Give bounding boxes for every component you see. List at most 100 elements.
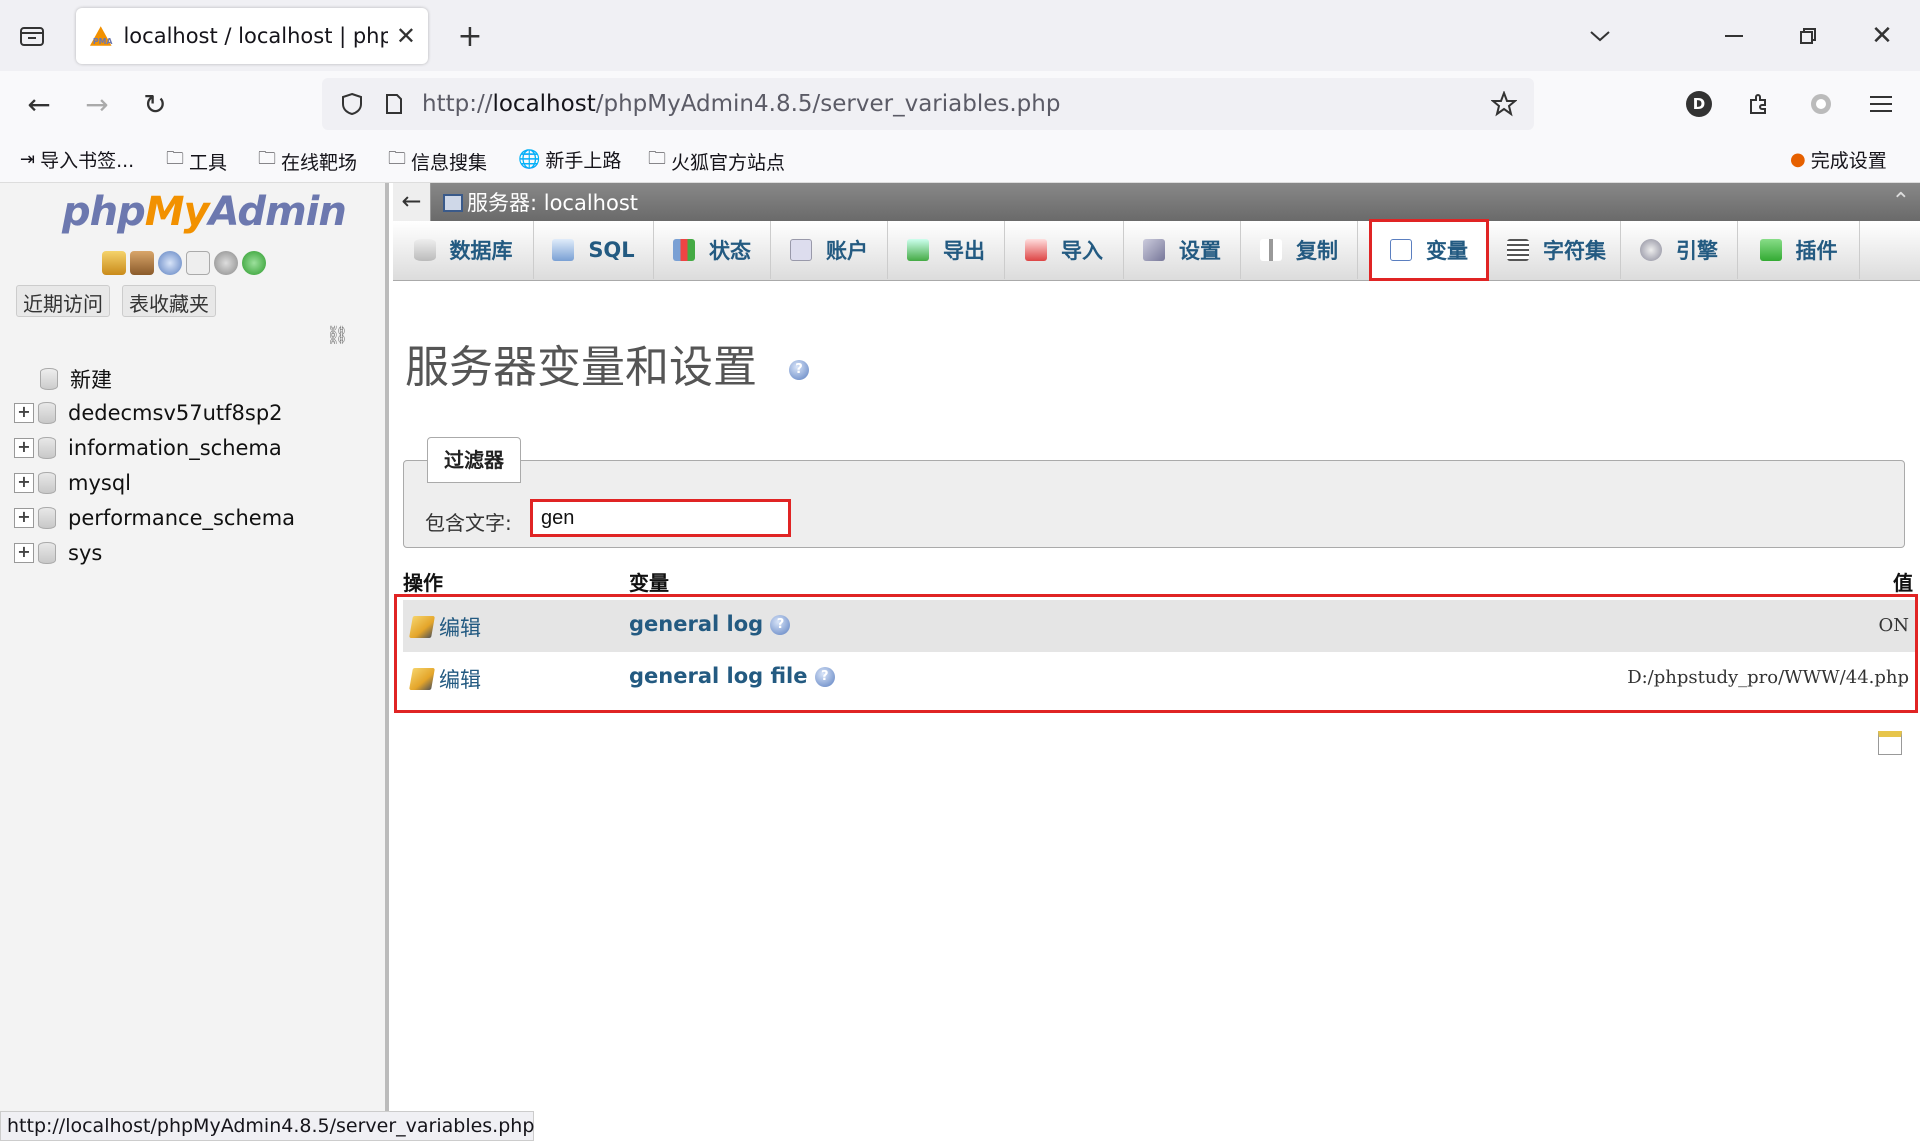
- sql-icon: [552, 239, 575, 261]
- new-tab-icon[interactable]: +: [454, 19, 486, 54]
- tab-title: localhost / localhost | phpMyAdmin: [123, 24, 388, 48]
- tab-databases[interactable]: 数据库: [393, 221, 534, 279]
- tab-variables[interactable]: 变量: [1369, 219, 1489, 281]
- tab-label: 账户: [826, 239, 868, 263]
- database-icon: [38, 507, 56, 529]
- tab-replication[interactable]: 复制: [1241, 221, 1358, 279]
- link-with-main-icon[interactable]: ⛓: [326, 325, 349, 346]
- reload-icon[interactable]: ↻: [138, 87, 172, 121]
- tab-engines[interactable]: 引擎: [1621, 221, 1738, 279]
- tree-database[interactable]: + sys: [14, 537, 102, 569]
- bookmark-folder-firefox[interactable]: 🗀 火狐官方站点: [648, 146, 785, 176]
- tab-export[interactable]: 导出: [888, 221, 1005, 279]
- help-icon[interactable]: [158, 251, 182, 275]
- bookmark-folder-range[interactable]: 🗀 在线靶场: [258, 146, 357, 176]
- url-prefix: http://: [422, 91, 493, 117]
- reload-nav-icon[interactable]: [242, 251, 266, 275]
- database-icon: [38, 437, 56, 459]
- docs-icon[interactable]: [186, 251, 210, 275]
- help-icon[interactable]: ?: [789, 360, 809, 380]
- tab-charset[interactable]: 字符集: [1493, 221, 1621, 279]
- variable-name[interactable]: general log file ?: [629, 664, 835, 688]
- browser-tab[interactable]: PMA localhost / localhost | phpMyAdmin ✕: [76, 8, 428, 64]
- expand-icon[interactable]: +: [14, 438, 34, 458]
- filter-legend: 过滤器: [427, 437, 521, 483]
- edit-link[interactable]: 编辑: [409, 612, 481, 642]
- tab-sql[interactable]: SQL: [534, 221, 654, 279]
- bookmark-folder-tools[interactable]: 🗀 工具: [166, 146, 227, 176]
- server-icon: [443, 194, 463, 212]
- edit-label: 编辑: [439, 616, 481, 640]
- expand-icon[interactable]: +: [14, 473, 34, 493]
- tab-label: 数据库: [449, 239, 513, 263]
- tab-overflow-chevron-icon[interactable]: [1584, 20, 1616, 52]
- bookmark-folder-info[interactable]: 🗀 信息搜集: [388, 146, 487, 176]
- pencil-icon: [409, 668, 435, 690]
- tab-settings[interactable]: 设置: [1124, 221, 1241, 279]
- extensions-puzzle-icon[interactable]: [1744, 89, 1774, 119]
- bookmark-star-icon[interactable]: [1488, 88, 1520, 120]
- tree-label: sys: [68, 541, 103, 565]
- pma-main-panel: ← 服务器: localhost ⌃ 数据库 SQL 状态 账户 导出 导入 设…: [393, 183, 1920, 1111]
- tree-new-database[interactable]: 新建: [40, 363, 112, 395]
- extension-circle-icon[interactable]: [1806, 89, 1836, 119]
- forward-icon[interactable]: →: [80, 87, 114, 121]
- variable-value: D:/phpstudy_pro/WWW/44.php: [1627, 667, 1909, 688]
- restore-icon[interactable]: [1792, 20, 1824, 52]
- collapse-topbar-icon[interactable]: ⌃: [1892, 189, 1910, 214]
- expand-icon[interactable]: +: [14, 403, 34, 423]
- charset-icon: [1507, 239, 1529, 261]
- tree-database[interactable]: + information_schema: [14, 432, 282, 464]
- page-info-icon[interactable]: [380, 90, 408, 118]
- help-icon[interactable]: ?: [814, 667, 835, 687]
- finish-setup-button[interactable]: ● 完成设置: [1790, 146, 1887, 173]
- tree-database[interactable]: + dedecmsv57utf8sp2: [14, 397, 283, 429]
- tab-status[interactable]: 状态: [654, 221, 771, 279]
- help-icon[interactable]: ?: [770, 615, 791, 635]
- url-path: /phpMyAdmin4.8.5/server_variables.php: [595, 91, 1061, 117]
- tab-plugins[interactable]: 插件: [1738, 221, 1860, 279]
- col-header-action: 操作: [403, 571, 443, 595]
- folder-icon: 🗀: [258, 148, 276, 169]
- minimize-icon[interactable]: [1718, 20, 1750, 52]
- profile-avatar[interactable]: D: [1686, 91, 1712, 117]
- back-icon[interactable]: ←: [22, 87, 56, 121]
- menu-hamburger-icon[interactable]: [1866, 89, 1896, 119]
- console-toggle-icon[interactable]: [1878, 731, 1902, 755]
- expand-icon[interactable]: +: [14, 543, 34, 563]
- expand-icon[interactable]: +: [14, 508, 34, 528]
- filter-text-input[interactable]: [530, 499, 791, 537]
- address-bar[interactable]: http://localhost/phpMyAdmin4.8.5/server_…: [322, 78, 1534, 130]
- tab-list-icon[interactable]: [16, 20, 48, 52]
- tab-accounts[interactable]: 账户: [771, 221, 888, 279]
- close-window-icon[interactable]: ✕: [1866, 20, 1898, 52]
- tab-import[interactable]: 导入: [1005, 221, 1124, 279]
- pencil-icon: [409, 616, 435, 638]
- tree-database[interactable]: + performance_schema: [14, 502, 295, 534]
- home-icon[interactable]: [102, 251, 126, 275]
- table-row: 编辑 general log file ? D:/phpstudy_pro/WW…: [403, 652, 1915, 704]
- tree-database[interactable]: + mysql: [14, 467, 131, 499]
- plugin-puzzle-icon: [1759, 239, 1782, 261]
- settings-gear-icon[interactable]: [214, 251, 238, 275]
- bookmark-getting-started[interactable]: 🌐 新手上路: [518, 146, 621, 173]
- variables-icon: [1390, 239, 1412, 261]
- close-tab-icon[interactable]: ✕: [396, 22, 416, 50]
- recent-tables-button[interactable]: 近期访问: [16, 285, 110, 317]
- favorite-tables-button[interactable]: 表收藏夹: [122, 285, 216, 317]
- variable-name[interactable]: general log ?: [629, 612, 791, 636]
- database-icon: [38, 542, 56, 564]
- logout-icon[interactable]: [130, 251, 154, 275]
- server-breadcrumb-bar: ← 服务器: localhost ⌃: [393, 183, 1920, 221]
- new-database-icon: [40, 368, 58, 390]
- url-text[interactable]: http://localhost/phpMyAdmin4.8.5/server_…: [422, 91, 1060, 117]
- bookmark-import[interactable]: ⇥ 导入书签...: [20, 146, 134, 173]
- collapse-nav-arrow-icon[interactable]: ←: [393, 183, 431, 221]
- tab-label: 变量: [1426, 239, 1468, 263]
- server-breadcrumb[interactable]: 服务器: localhost: [443, 187, 638, 217]
- bookmark-label: 导入书签...: [40, 150, 135, 172]
- shield-icon[interactable]: [338, 90, 366, 118]
- edit-link[interactable]: 编辑: [409, 664, 481, 694]
- phpmyadmin-logo[interactable]: phpMyAdmin: [62, 189, 347, 235]
- server-label: 服务器: localhost: [467, 191, 639, 215]
